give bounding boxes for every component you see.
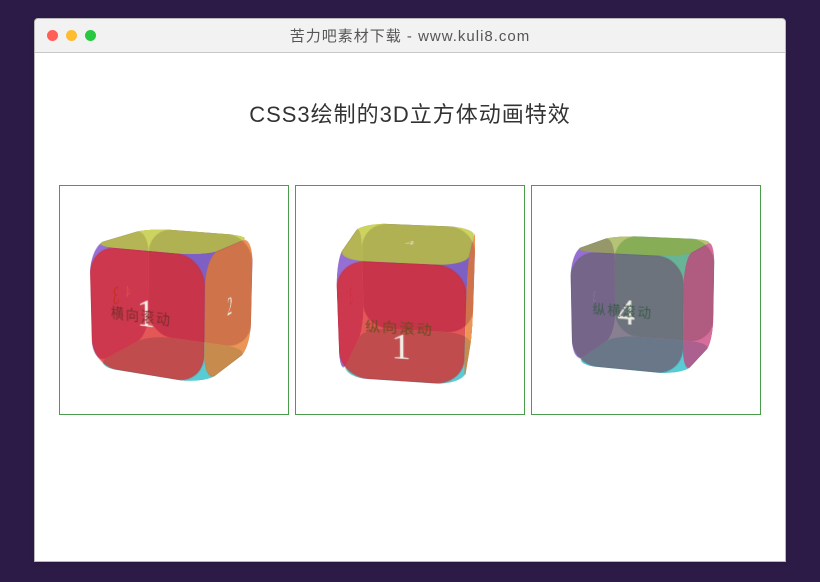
cube-3d: 3 4 1 纵向滚动 [349, 240, 471, 358]
cube-face-right [683, 240, 715, 375]
cube-face-front: 1 [336, 260, 467, 385]
page-title: CSS3绘制的3D立方体动画特效 [35, 97, 785, 129]
cube-face-front: 1 [89, 246, 205, 385]
cube-face-right: 2 [204, 236, 253, 384]
titlebar: 苦力吧素材下载 - www.kuli8.com [35, 19, 785, 53]
content-area: CSS3绘制的3D立方体动画特效 4 3 2 1 横向滚动 3 4 [35, 53, 785, 415]
window-controls [47, 30, 96, 41]
minimize-icon[interactable] [66, 30, 77, 41]
cube-3d: 3 4 纵横滚动 [594, 243, 701, 358]
cube-cell-horizontal[interactable]: 4 3 2 1 横向滚动 [59, 185, 289, 415]
cube-cell-vertical[interactable]: 3 4 1 纵向滚动 [295, 185, 525, 415]
cube-face-front: 4 [570, 251, 684, 375]
app-window: 苦力吧素材下载 - www.kuli8.com CSS3绘制的3D立方体动画特效… [34, 18, 786, 562]
close-icon[interactable] [47, 30, 58, 41]
cube-3d: 4 3 2 1 横向滚动 [121, 236, 231, 365]
maximize-icon[interactable] [85, 30, 96, 41]
cube-row: 4 3 2 1 横向滚动 3 4 1 纵向滚动 [35, 185, 785, 415]
cube-cell-both[interactable]: 3 4 纵横滚动 [531, 185, 761, 415]
window-title: 苦力吧素材下载 - www.kuli8.com [35, 25, 785, 46]
